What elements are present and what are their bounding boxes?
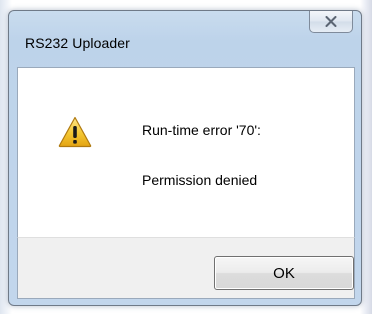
close-icon <box>325 16 337 27</box>
message-area: Run-time error '70': Permission denied <box>17 67 355 237</box>
window-title: RS232 Uploader <box>25 35 130 51</box>
warning-icon <box>58 116 92 148</box>
title-bar[interactable]: RS232 Uploader <box>9 11 361 63</box>
error-code-text: Run-time error '70': <box>142 122 261 138</box>
button-bar: OK <box>17 237 355 299</box>
error-dialog: RS232 Uploader Run-time error '70': Perm… <box>8 10 362 306</box>
close-button[interactable] <box>309 11 353 33</box>
ok-button[interactable]: OK <box>214 256 354 290</box>
error-description-text: Permission denied <box>142 172 258 188</box>
